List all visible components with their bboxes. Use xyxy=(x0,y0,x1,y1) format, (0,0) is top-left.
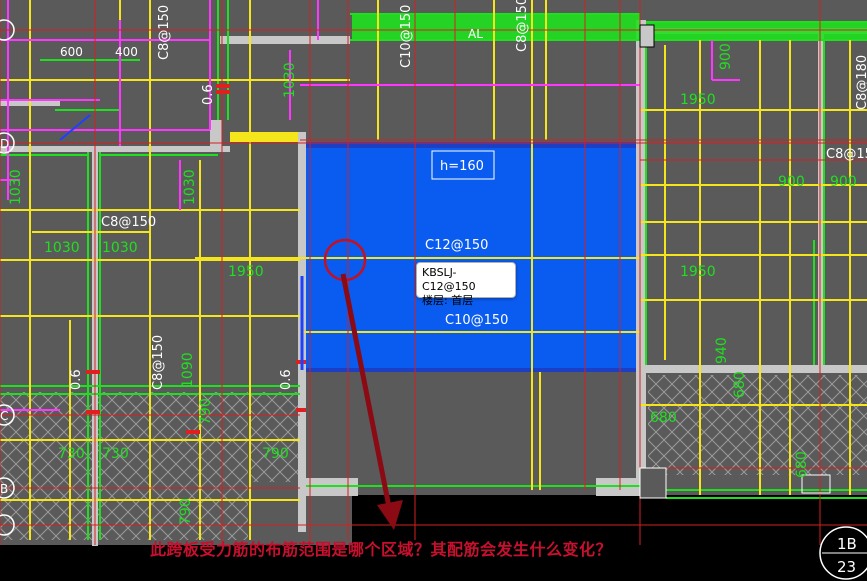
grid-c: C xyxy=(0,409,8,423)
rebar-label-c8-top-b: C8@150 xyxy=(515,0,530,52)
slab-height-label: h=160 xyxy=(440,159,484,174)
dim-730-a: 730 xyxy=(58,446,85,462)
rebar-label-c10-top: C10@150 xyxy=(399,5,414,68)
dim-600: 600 xyxy=(60,45,83,59)
dim-1030-b: 1030 xyxy=(102,240,138,256)
axis-1b: 1B xyxy=(837,535,857,553)
dim-900-b: 900 xyxy=(830,174,857,190)
dim-1030-e: 1030 xyxy=(282,62,298,98)
dim-1030-a: 1030 xyxy=(44,240,80,256)
column-block xyxy=(639,24,655,48)
rebar-label-c8-right: C8@150 xyxy=(826,147,867,162)
dim-790-a: 790 xyxy=(262,446,289,462)
dim-730-b: 730 xyxy=(102,446,129,462)
dim-1090: 1090 xyxy=(180,352,196,388)
column-outline xyxy=(639,467,667,499)
dim-1950-right-top: 1950 xyxy=(680,92,716,108)
question-caption: 此跨板受力筋的布筋范围是哪个区域？其配筋会发生什么变化？ xyxy=(150,540,613,559)
dim-06-c: 0.6 xyxy=(279,369,294,390)
dim-680-a: 680 xyxy=(650,410,677,426)
dim-1950-left: 1950 xyxy=(228,264,264,280)
dim-940: 940 xyxy=(714,337,730,364)
rebar-label-c10: C10@150 xyxy=(445,313,508,328)
rebar-label-c12: C12@150 xyxy=(425,238,488,253)
rebar-label-c8-far-right: C8@180 xyxy=(855,55,867,110)
tooltip-floor: 楼层: 首层 xyxy=(422,294,474,307)
dim-900-c: 900 xyxy=(718,43,734,70)
dim-680-c: 680 xyxy=(794,451,810,478)
rebar-label-c8-left: C8@150 xyxy=(101,215,156,230)
dim-790-b: 790 xyxy=(198,398,214,425)
label-al: AL xyxy=(468,27,483,41)
grid-d: D xyxy=(0,137,9,151)
rebar-label-c8-top-a: C8@150 xyxy=(157,5,172,60)
dim-1030-d: 1030 xyxy=(182,169,198,205)
dim-680-b: 680 xyxy=(732,371,748,398)
rebar-label-c8-lower: C8@150 xyxy=(151,335,166,390)
tooltip-entity-name: KBSLJ-C12@150 xyxy=(422,266,476,293)
dim-06-b: 0.6 xyxy=(69,369,84,390)
dim-06-a: 0.6 xyxy=(201,84,216,105)
axis-23: 23 xyxy=(837,558,856,576)
dim-400: 400 xyxy=(115,45,138,59)
dim-790-c: 790 xyxy=(178,498,194,525)
entity-tooltip: KBSLJ-C12@150 楼层: 首层 xyxy=(416,262,516,307)
yellow-strip xyxy=(230,132,298,142)
dim-900-a: 900 xyxy=(778,174,805,190)
cad-viewport[interactable]: h=160 C12@150 C10@150 AL C8@150 C8@150 6… xyxy=(0,0,867,581)
dim-1950-right-mid: 1950 xyxy=(680,264,716,280)
dim-1030-c: 1030 xyxy=(8,169,24,205)
grid-b: B xyxy=(0,482,8,496)
